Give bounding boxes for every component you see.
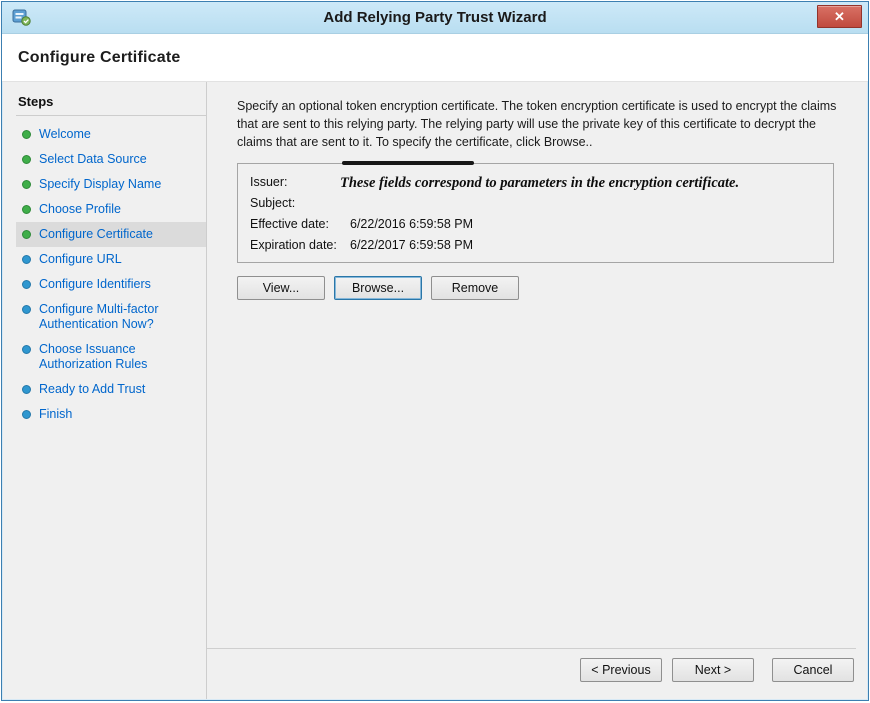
steps-list: Welcome Select Data Source Specify Display… (16, 122, 206, 427)
steps-divider (16, 115, 206, 116)
sidebar-item-configure-identifiers[interactable]: Configure Identifiers (16, 272, 206, 297)
footer-buttons: < Previous Next > Cancel (207, 649, 868, 699)
step-status-icon (22, 345, 31, 354)
sidebar-item-choose-profile[interactable]: Choose Profile (16, 197, 206, 222)
step-label: Select Data Source (39, 152, 147, 167)
app-icon (12, 8, 31, 27)
step-label: Configure Identifiers (39, 277, 151, 292)
sidebar-item-ready-to-add-trust[interactable]: Ready to Add Trust (16, 377, 206, 402)
expiration-date-value: 6/22/2017 6:59:58 PM (350, 235, 473, 256)
close-button[interactable]: ✕ (817, 5, 862, 28)
effective-date-row: Effective date: 6/22/2016 6:59:58 PM (250, 214, 823, 235)
main-content: Specify an optional token encryption cer… (207, 82, 868, 648)
step-status-icon (22, 130, 31, 139)
step-label: Finish (39, 407, 72, 422)
page-title: Configure Certificate (18, 49, 180, 67)
issuer-label: Issuer: (250, 172, 350, 193)
step-status-icon (22, 230, 31, 239)
main-panel: Specify an optional token encryption cer… (207, 82, 868, 699)
step-status-icon (22, 410, 31, 419)
description-text: Specify an optional token encryption cer… (237, 98, 842, 151)
step-label: Specify Display Name (39, 177, 161, 192)
sidebar-item-finish[interactable]: Finish (16, 402, 206, 427)
step-label: Welcome (39, 127, 91, 142)
step-status-icon (22, 205, 31, 214)
previous-button[interactable]: < Previous (580, 658, 662, 682)
cancel-button[interactable]: Cancel (772, 658, 854, 682)
remove-button[interactable]: Remove (431, 276, 519, 300)
step-status-icon (22, 155, 31, 164)
window-title: Add Relying Party Trust Wizard (62, 9, 808, 26)
redaction-mark (342, 161, 474, 165)
wizard-body: Steps Welcome Select Data Source Specify D… (2, 82, 868, 699)
sidebar-item-select-data-source[interactable]: Select Data Source (16, 147, 206, 172)
step-label: Ready to Add Trust (39, 382, 145, 397)
sidebar-item-specify-display-name[interactable]: Specify Display Name (16, 172, 206, 197)
effective-date-label: Effective date: (250, 214, 350, 235)
wizard-window: Add Relying Party Trust Wizard ✕ Configu… (1, 1, 869, 701)
view-button[interactable]: View... (237, 276, 325, 300)
step-status-icon (22, 305, 31, 314)
annotation-text: These fields correspond to parameters in… (340, 175, 825, 192)
step-label: Choose Profile (39, 202, 121, 217)
step-label: Configure Multi-factor Authentication No… (39, 302, 189, 332)
steps-title: Steps (16, 90, 206, 115)
sidebar-item-welcome[interactable]: Welcome (16, 122, 206, 147)
step-status-icon (22, 280, 31, 289)
sidebar-item-choose-issuance-authorization-rules[interactable]: Choose Issuance Authorization Rules (16, 337, 206, 377)
expiration-date-row: Expiration date: 6/22/2017 6:59:58 PM (250, 235, 823, 256)
sidebar-item-configure-multi-factor-authentication-now[interactable]: Configure Multi-factor Authentication No… (16, 297, 206, 337)
steps-sidebar: Steps Welcome Select Data Source Specify D… (2, 82, 206, 699)
certificate-actions: View... Browse... Remove (237, 276, 842, 300)
step-status-icon (22, 180, 31, 189)
step-label: Choose Issuance Authorization Rules (39, 342, 189, 372)
effective-date-value: 6/22/2016 6:59:58 PM (350, 214, 473, 235)
sidebar-item-configure-url[interactable]: Configure URL (16, 247, 206, 272)
step-label: Configure Certificate (39, 227, 153, 242)
sidebar-item-configure-certificate[interactable]: Configure Certificate (16, 222, 206, 247)
close-icon: ✕ (834, 10, 845, 23)
expiration-date-label: Expiration date: (250, 235, 350, 256)
step-label: Configure URL (39, 252, 122, 267)
page-header: Configure Certificate (2, 34, 868, 82)
step-status-icon (22, 385, 31, 394)
subject-row: Subject: (250, 193, 823, 214)
browse-button[interactable]: Browse... (334, 276, 422, 300)
titlebar: Add Relying Party Trust Wizard ✕ (2, 2, 868, 34)
certificate-box: Issuer: Subject: Effective date: 6/22/20… (237, 163, 834, 263)
subject-label: Subject: (250, 193, 350, 214)
step-status-icon (22, 255, 31, 264)
next-button[interactable]: Next > (672, 658, 754, 682)
